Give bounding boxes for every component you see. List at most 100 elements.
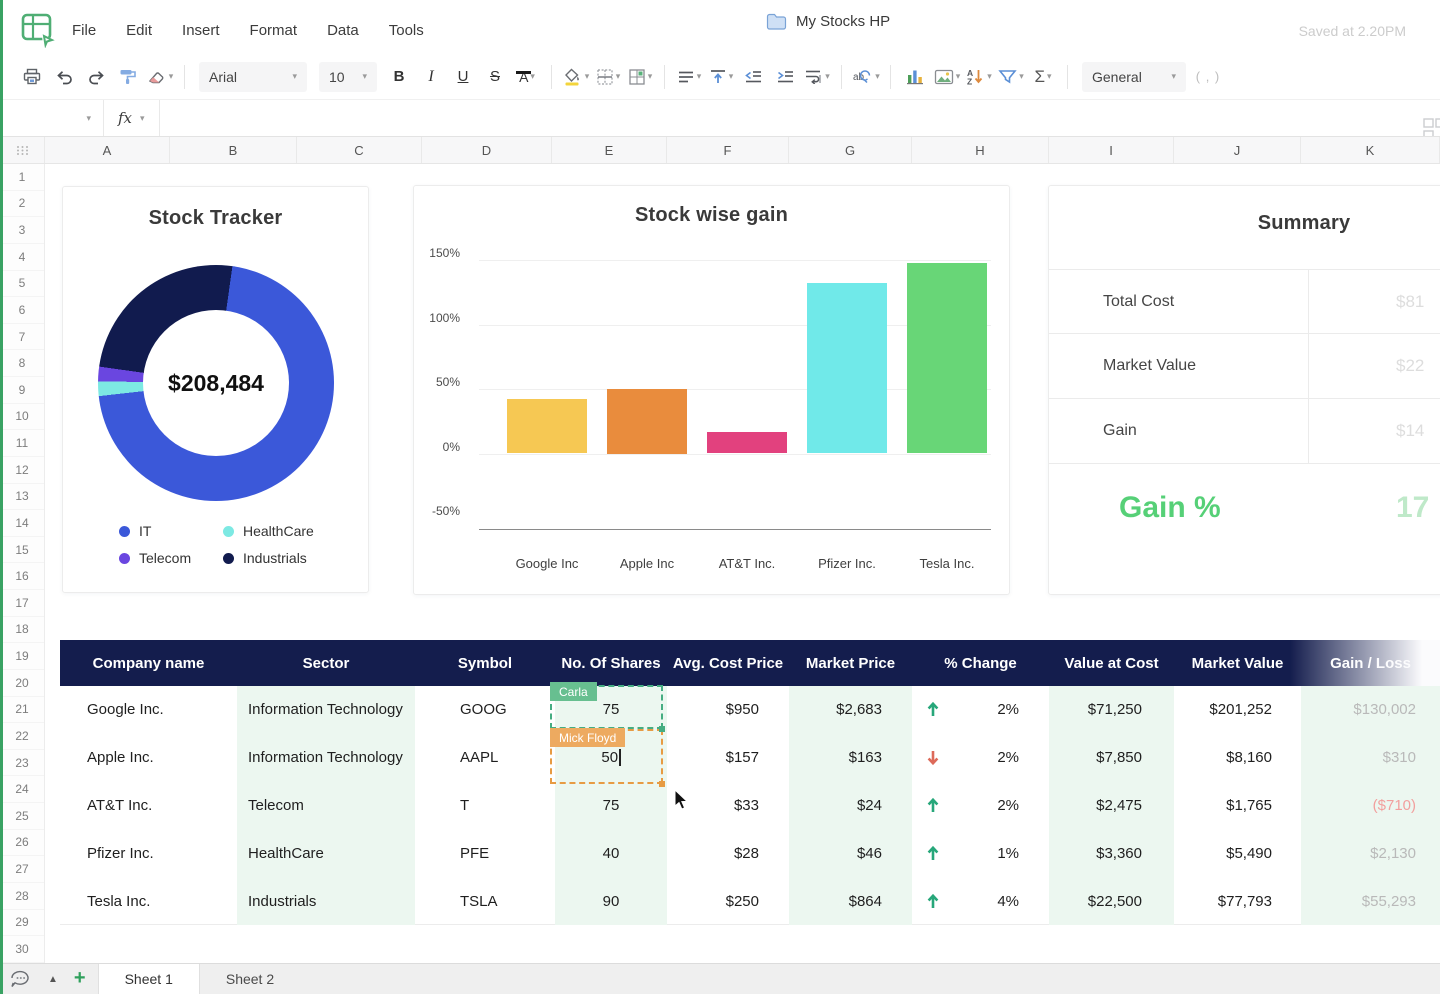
column-header-E[interactable]: E xyxy=(552,137,667,163)
font-size-select[interactable]: 10▾ xyxy=(319,62,377,92)
market-value-cell[interactable]: $77,793 xyxy=(1174,877,1301,925)
row-header-20[interactable]: 20 xyxy=(0,670,44,697)
menu-data[interactable]: Data xyxy=(327,22,359,39)
bar-google-inc[interactable] xyxy=(507,399,587,453)
market-price-cell[interactable]: $163 xyxy=(789,734,912,782)
insert-chart-button[interactable] xyxy=(901,62,929,92)
value-at-cost-cell[interactable]: $2,475 xyxy=(1049,782,1174,830)
row-header-4[interactable]: 4 xyxy=(0,244,44,271)
bar-at-t-inc[interactable] xyxy=(707,432,787,454)
row-header-23[interactable]: 23 xyxy=(0,750,44,777)
column-header-F[interactable]: F xyxy=(667,137,789,163)
column-header-I[interactable]: I xyxy=(1049,137,1174,163)
menu-file[interactable]: File xyxy=(72,22,96,39)
symbol-cell[interactable]: TSLA xyxy=(415,877,555,925)
company-cell[interactable]: Google Inc. xyxy=(60,686,237,734)
formula-input[interactable] xyxy=(160,100,1440,136)
shares-cell[interactable]: 40 xyxy=(555,829,667,877)
filter-button[interactable]: ▾ xyxy=(997,62,1025,92)
row-header-25[interactable]: 25 xyxy=(0,803,44,830)
row-header-10[interactable]: 10 xyxy=(0,404,44,431)
row-header-17[interactable]: 17 xyxy=(0,590,44,617)
vertical-align-button[interactable]: ▾ xyxy=(707,62,735,92)
pct-change-cell[interactable]: 2% xyxy=(912,734,1049,782)
row-header-7[interactable]: 7 xyxy=(0,324,44,351)
row-header-12[interactable]: 12 xyxy=(0,457,44,484)
company-cell[interactable]: Pfizer Inc. xyxy=(60,829,237,877)
stock-tracker-card[interactable]: Stock Tracker $208,484 ITHealthCareTelec… xyxy=(62,186,369,593)
column-header-D[interactable]: D xyxy=(422,137,552,163)
stock-wise-gain-card[interactable]: Stock wise gain 150%100%50%0%-50%Google … xyxy=(413,185,1010,595)
column-header-K[interactable]: K xyxy=(1301,137,1440,163)
gain-loss-cell[interactable]: ($710) xyxy=(1301,782,1440,830)
gain-loss-cell[interactable]: $2,130 xyxy=(1301,829,1440,877)
market-value-cell[interactable]: $201,252 xyxy=(1174,686,1301,734)
market-price-cell[interactable]: $24 xyxy=(789,782,912,830)
company-cell[interactable]: Tesla Inc. xyxy=(60,877,237,925)
pct-change-cell[interactable]: 2% xyxy=(912,782,1049,830)
app-logo-icon[interactable] xyxy=(18,10,56,48)
row-header-15[interactable]: 15 xyxy=(0,537,44,564)
row-header-16[interactable]: 16 xyxy=(0,563,44,590)
market-value-cell[interactable]: $5,490 xyxy=(1174,829,1301,877)
sum-button[interactable]: Σ ▾ xyxy=(1029,62,1057,92)
number-format-select[interactable]: General▾ xyxy=(1082,62,1186,92)
bar-apple-inc[interactable] xyxy=(607,389,687,454)
strikethrough-button[interactable]: S xyxy=(481,62,509,92)
add-sheet-button[interactable]: + xyxy=(74,968,86,988)
sector-cell[interactable]: Telecom xyxy=(237,782,415,830)
gain-loss-cell[interactable]: $55,293 xyxy=(1301,877,1440,925)
avg-cost-cell[interactable]: $28 xyxy=(667,829,789,877)
table-row-tesla-inc[interactable]: Tesla Inc.IndustrialsTSLA90$250$8644%$22… xyxy=(60,877,1440,925)
eraser-button[interactable]: ▾ xyxy=(146,62,174,92)
row-header-6[interactable]: 6 xyxy=(0,297,44,324)
comments-icon[interactable] xyxy=(10,970,32,988)
table-row-apple-inc[interactable]: Apple Inc.Information TechnologyAAPL50$1… xyxy=(60,734,1440,782)
row-header-21[interactable]: 21 xyxy=(0,697,44,724)
sector-cell[interactable]: Information Technology xyxy=(237,686,415,734)
redo-button[interactable] xyxy=(82,62,110,92)
mick-floyd-selection-handle[interactable] xyxy=(659,781,665,787)
column-header-B[interactable]: B xyxy=(170,137,297,163)
select-all-corner[interactable] xyxy=(0,137,45,163)
text-rotation-button[interactable]: ab ▾ xyxy=(852,62,880,92)
text-color-button[interactable]: A ▾ xyxy=(513,62,541,92)
sector-cell[interactable]: Information Technology xyxy=(237,734,415,782)
row-header-5[interactable]: 5 xyxy=(0,271,44,298)
wrap-text-button[interactable]: ▾ xyxy=(803,62,831,92)
font-family-select[interactable]: Arial▾ xyxy=(199,62,307,92)
column-header-J[interactable]: J xyxy=(1174,137,1301,163)
borders-button[interactable]: ▾ xyxy=(594,62,622,92)
horizontal-align-button[interactable]: ▾ xyxy=(675,62,703,92)
value-at-cost-cell[interactable]: $3,360 xyxy=(1049,829,1174,877)
market-price-cell[interactable]: $46 xyxy=(789,829,912,877)
row-header-18[interactable]: 18 xyxy=(0,617,44,644)
merge-cells-button[interactable]: ▾ xyxy=(626,62,654,92)
row-header-1[interactable]: 1 xyxy=(0,164,44,191)
decrease-indent-button[interactable] xyxy=(739,62,767,92)
menu-edit[interactable]: Edit xyxy=(126,22,152,39)
bar-tesla-inc[interactable] xyxy=(907,263,987,454)
column-header-G[interactable]: G xyxy=(789,137,912,163)
column-header-A[interactable]: A xyxy=(45,137,170,163)
symbol-cell[interactable]: GOOG xyxy=(415,686,555,734)
company-cell[interactable]: Apple Inc. xyxy=(60,734,237,782)
eraser-dropdown-chevron[interactable]: ▾ xyxy=(169,72,174,81)
row-header-22[interactable]: 22 xyxy=(0,723,44,750)
market-value-cell[interactable]: $1,765 xyxy=(1174,782,1301,830)
sector-cell[interactable]: Industrials xyxy=(237,877,415,925)
row-header-8[interactable]: 8 xyxy=(0,350,44,377)
row-header-14[interactable]: 14 xyxy=(0,510,44,537)
gain-loss-cell[interactable]: $310 xyxy=(1301,734,1440,782)
value-at-cost-cell[interactable]: $22,500 xyxy=(1049,877,1174,925)
row-header-13[interactable]: 13 xyxy=(0,484,44,511)
insert-image-button[interactable]: ▾ xyxy=(933,62,961,92)
row-header-3[interactable]: 3 xyxy=(0,217,44,244)
row-header-24[interactable]: 24 xyxy=(0,776,44,803)
avg-cost-cell[interactable]: $950 xyxy=(667,686,789,734)
row-header-2[interactable]: 2 xyxy=(0,191,44,218)
row-header-11[interactable]: 11 xyxy=(0,430,44,457)
row-header-26[interactable]: 26 xyxy=(0,830,44,857)
fx-zone[interactable]: fx ▾ xyxy=(104,100,160,136)
undo-button[interactable] xyxy=(50,62,78,92)
